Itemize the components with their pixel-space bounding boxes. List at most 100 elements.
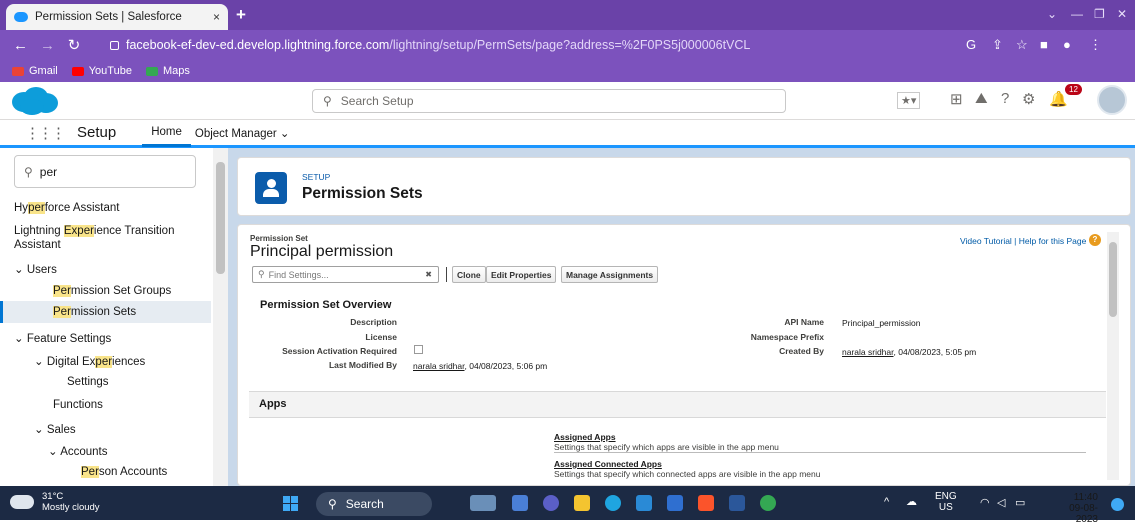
tab-search-icon[interactable]: ⌄: [1047, 7, 1057, 21]
region-label: US: [938, 502, 953, 513]
profile-icon[interactable]: ●: [1063, 37, 1071, 52]
notification-center-icon[interactable]: [1111, 498, 1124, 511]
browser-tab[interactable]: Permission Sets | Salesforce ×: [6, 4, 228, 30]
reload-icon[interactable]: ↻: [67, 36, 81, 54]
setup-gear-icon[interactable]: ⚙: [1022, 90, 1035, 108]
onedrive-icon[interactable]: ☁: [906, 495, 917, 508]
assigned-apps-link[interactable]: Assigned Apps: [554, 432, 616, 442]
sidebar-item-users[interactable]: ⌄ Users: [14, 262, 57, 276]
search-placeholder: Search Setup: [340, 94, 414, 108]
chevron-down-icon: ⌄: [14, 333, 27, 345]
address-bar[interactable]: facebook-ef-dev-ed.develop.lightning.for…: [110, 33, 1030, 57]
language-indicator[interactable]: ENG US: [935, 491, 957, 513]
chat-icon[interactable]: [543, 495, 559, 511]
tab-home[interactable]: Home: [142, 121, 191, 147]
trailhead-icon[interactable]: ⛰: [975, 90, 988, 107]
last-modified-user-link[interactable]: narala sridhar: [413, 361, 465, 371]
notifications-bell-icon[interactable]: 🔔: [1049, 90, 1068, 108]
chrome-icon[interactable]: [760, 495, 776, 511]
field-label-api-name: API Name: [784, 317, 824, 327]
back-icon[interactable]: ←: [13, 37, 28, 54]
page-eyebrow: SETUP: [302, 172, 331, 182]
weather-text: 31°C Mostly cloudy: [42, 491, 100, 513]
volume-icon[interactable]: ◁: [997, 496, 1005, 509]
new-tab-button[interactable]: +: [236, 5, 246, 25]
sidebar-item-feature-settings[interactable]: ⌄ Feature Settings: [14, 331, 111, 345]
sidebar-item-assistant[interactable]: Assistant: [14, 239, 61, 251]
forward-icon[interactable]: →: [40, 37, 55, 54]
help-icon[interactable]: ?: [1001, 90, 1009, 107]
wifi-icon[interactable]: ◠: [980, 496, 990, 509]
sidebar-item-accounts[interactable]: ⌄ Accounts: [48, 444, 108, 458]
edit-properties-button[interactable]: Edit Properties: [486, 266, 557, 283]
tab-object-manager[interactable]: Object Manager ⌄: [195, 126, 290, 140]
tab-close-icon[interactable]: ×: [213, 10, 220, 24]
sidepanel-icon[interactable]: ■: [1040, 37, 1048, 52]
gmail-icon: [12, 66, 24, 76]
apps-section-title: Apps: [259, 398, 287, 410]
clear-icon[interactable]: ✖: [425, 270, 432, 279]
clock[interactable]: 11:40 09-08-2023: [1050, 492, 1098, 525]
restore-icon[interactable]: ❐: [1094, 7, 1105, 21]
file-explorer-icon[interactable]: [574, 495, 590, 511]
favorites-star-icon[interactable]: ★▾: [897, 92, 921, 109]
widgets-icon[interactable]: [470, 495, 496, 511]
sidebar-item-functions[interactable]: Functions: [53, 399, 103, 411]
window-close-icon[interactable]: ✕: [1117, 7, 1127, 21]
item-text: Assistant: [14, 239, 61, 251]
avatar[interactable]: [1097, 85, 1127, 115]
app-launcher-icon[interactable]: ⋮⋮⋮: [25, 124, 66, 142]
detail-scrollbar-thumb[interactable]: [1109, 242, 1117, 317]
bookmark-gmail[interactable]: Gmail: [12, 65, 58, 77]
item-text: force Assistant: [44, 202, 120, 214]
assigned-connected-apps-link[interactable]: Assigned Connected Apps: [554, 459, 662, 469]
item-highlight: per: [28, 202, 45, 214]
brave-icon[interactable]: [698, 495, 714, 511]
task-view-icon[interactable]: [512, 495, 528, 511]
record-type-label: Permission Set: [250, 234, 308, 243]
sidebar-item-lightning-experience-transition[interactable]: Lightning Experience Transition: [14, 225, 174, 237]
quick-find-input[interactable]: ⚲ per: [14, 155, 196, 188]
item-text: ience Transition: [93, 225, 175, 237]
sidebar-item-hyperforce-assistant[interactable]: Hyperforce Assistant: [14, 202, 119, 214]
sidebar-item-person-accounts[interactable]: Person Accounts: [81, 466, 167, 478]
quick-find-value: per: [39, 164, 58, 179]
help-links[interactable]: Video Tutorial | Help for this Page: [960, 236, 1086, 246]
taskbar-search[interactable]: ⚲ Search: [316, 492, 432, 516]
show-hidden-icons-icon[interactable]: ^: [884, 496, 889, 508]
battery-icon[interactable]: ▭: [1015, 496, 1025, 509]
help-question-icon[interactable]: ?: [1089, 234, 1101, 246]
minimize-icon[interactable]: —: [1071, 7, 1083, 21]
field-label-last-modified-by: Last Modified By: [328, 360, 397, 370]
search-setup-input[interactable]: ⚲ Search Setup: [312, 89, 786, 113]
windows-start-icon[interactable]: [283, 496, 298, 511]
share-icon[interactable]: ⇪: [992, 37, 1003, 53]
item-highlight: per: [95, 356, 113, 368]
search-icon: ⚲: [323, 94, 332, 108]
sidebar-scrollbar-thumb[interactable]: [216, 162, 225, 274]
salesforce-logo-icon[interactable]: [8, 86, 60, 116]
find-settings-input[interactable]: ⚲ Find Settings... ✖: [252, 266, 439, 283]
sidebar-item-permission-set-groups[interactable]: Permission Set Groups: [53, 285, 171, 297]
sidebar-item-digital-experiences[interactable]: ⌄ Digital Experiences: [34, 354, 145, 368]
manage-assignments-button[interactable]: Manage Assignments: [561, 266, 659, 283]
bookmark-youtube[interactable]: YouTube: [71, 65, 132, 77]
bookmark-maps[interactable]: Maps: [145, 65, 190, 77]
bookmark-label: Maps: [162, 65, 190, 77]
menu-kebab-icon[interactable]: ⋮: [1089, 37, 1102, 53]
sidebar-item-permission-sets[interactable]: Permission Sets: [0, 301, 211, 323]
global-actions-add-icon[interactable]: ⊞: [950, 90, 963, 108]
word-icon[interactable]: [729, 495, 745, 511]
edge-icon[interactable]: [605, 495, 621, 511]
google-icon[interactable]: G: [966, 37, 976, 52]
clone-button[interactable]: Clone: [452, 266, 486, 283]
mail-icon[interactable]: [636, 495, 652, 511]
bookmark-star-icon[interactable]: ☆: [1016, 37, 1028, 53]
weather-widget[interactable]: 31°C Mostly cloudy: [10, 491, 100, 513]
sidebar-item-sales[interactable]: ⌄ Sales: [34, 422, 76, 436]
sidebar-item-settings[interactable]: Settings: [67, 376, 109, 388]
created-by-user-link[interactable]: narala sridhar: [842, 347, 894, 357]
store-icon[interactable]: [667, 495, 683, 511]
item-text: Accounts: [60, 446, 108, 458]
item-text: iences: [112, 356, 146, 368]
